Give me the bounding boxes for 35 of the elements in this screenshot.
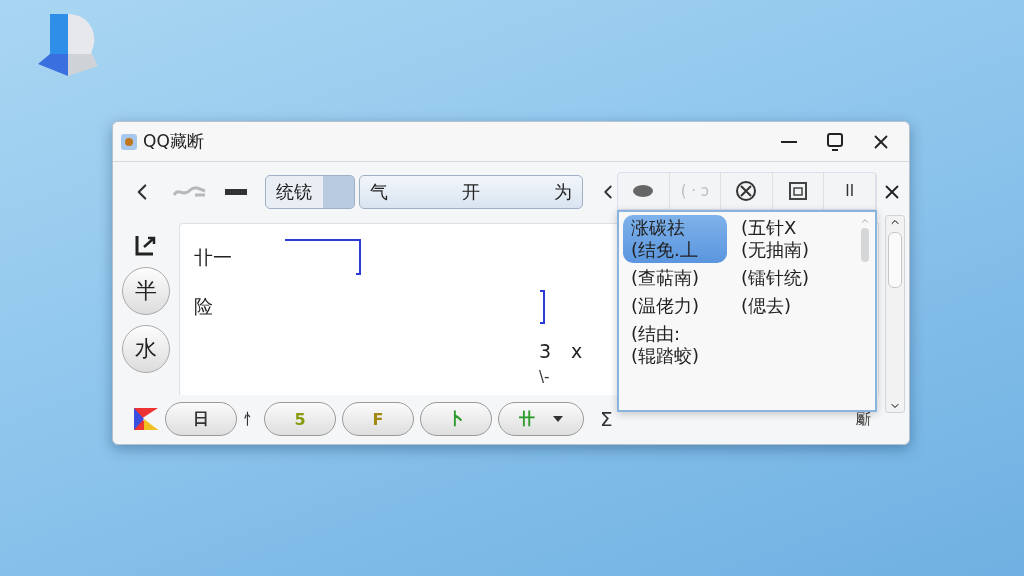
window-title: QQ藏断 (143, 130, 205, 153)
round-button[interactable]: 半 (122, 267, 170, 315)
segment-tab[interactable]: 气 开 为 (359, 175, 583, 209)
palette-icon[interactable] (133, 407, 159, 431)
app-icon (121, 133, 137, 150)
editor-text: 3 (539, 340, 552, 362)
format-button[interactable]: 日 (165, 402, 237, 436)
candidate-item[interactable]: (查萜南) (623, 265, 727, 291)
candidate-item[interactable]: 涨碳祛 (结免.丄 (623, 215, 727, 263)
candidate-item[interactable]: (温佬力) (623, 293, 727, 319)
bracket-drawing (539, 290, 547, 324)
app-icon[interactable] (36, 12, 100, 78)
pill-icon (632, 184, 655, 198)
editor-text: x (571, 340, 583, 362)
monitor-icon (827, 132, 843, 151)
candidate-item[interactable]: (镭针统) (733, 265, 863, 291)
editor-text: 险 (194, 294, 213, 319)
corner-glyph: 斸 (856, 409, 871, 429)
editor-text: \- (539, 368, 551, 388)
sum-glyph: Σ (600, 407, 613, 431)
editor-text: 卝一 (194, 245, 232, 270)
segment-tab[interactable]: 统铳 (265, 175, 355, 209)
scroll-thumb[interactable] (888, 232, 902, 288)
crossed-circle-icon (735, 180, 758, 202)
minimize-icon (781, 140, 797, 143)
frame-icon (788, 181, 809, 201)
candidate-item[interactable]: (偲去) (733, 293, 863, 319)
scrollbar[interactable] (885, 215, 905, 413)
edit-arrow-icon[interactable] (134, 233, 158, 257)
candidate-item[interactable]: (五针X (无抽南) (733, 215, 863, 263)
scroll-thumb[interactable] (861, 228, 869, 262)
popup-tool[interactable]: II (824, 173, 876, 209)
round-button[interactable]: 水 (122, 325, 170, 373)
candidate-item[interactable]: (结由: (辊踏蛟) (623, 321, 727, 369)
divider-glyph: 忄 (243, 409, 258, 429)
